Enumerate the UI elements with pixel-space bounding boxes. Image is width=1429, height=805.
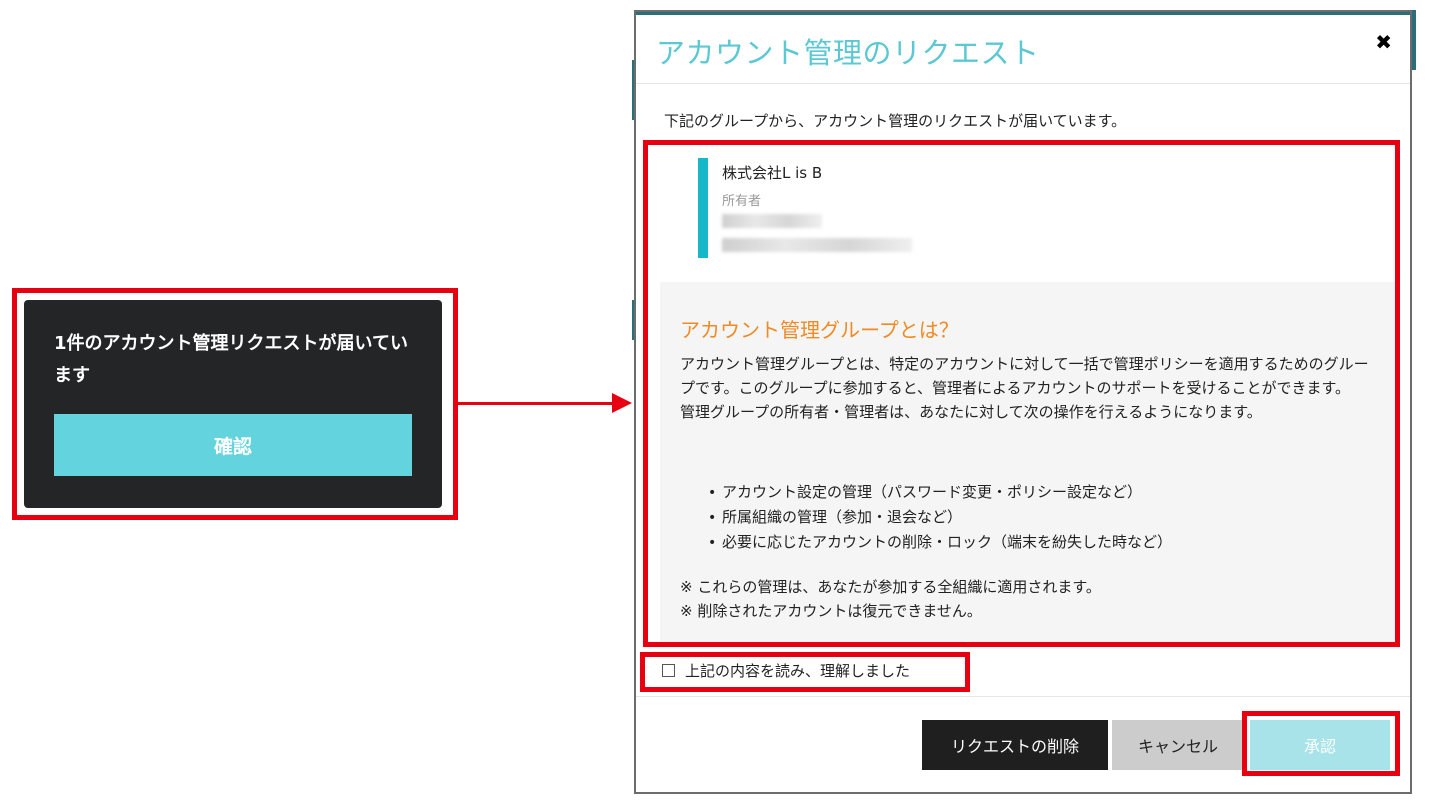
close-icon[interactable]: ✖: [1375, 30, 1392, 54]
footer-divider: [636, 696, 1410, 697]
toast-message: 1件のアカウント管理リクエストが届いています: [54, 333, 408, 386]
arrow-head: [612, 393, 632, 413]
confirm-button[interactable]: 確認: [54, 414, 412, 476]
intro-text: 下記のグループから、アカウント管理のリクエストが届いています。: [664, 112, 1127, 130]
info-highlight-frame: [643, 140, 1400, 647]
arrow-line: [458, 402, 618, 405]
dialog-top-accent: [636, 12, 1410, 15]
header-divider: [636, 83, 1410, 84]
delete-request-button[interactable]: リクエストの削除: [922, 720, 1108, 770]
dialog-title: アカウント管理のリクエスト: [656, 36, 1040, 70]
approve-highlight-frame: [1242, 711, 1400, 776]
checkbox-highlight-frame: [640, 652, 970, 692]
stage: 1件のアカウント管理リクエストが届いています 確認 アカウント管理のリクエスト …: [0, 0, 1429, 805]
cancel-button[interactable]: キャンセル: [1112, 720, 1244, 770]
request-toast: 1件のアカウント管理リクエストが届いています 確認: [24, 300, 442, 508]
